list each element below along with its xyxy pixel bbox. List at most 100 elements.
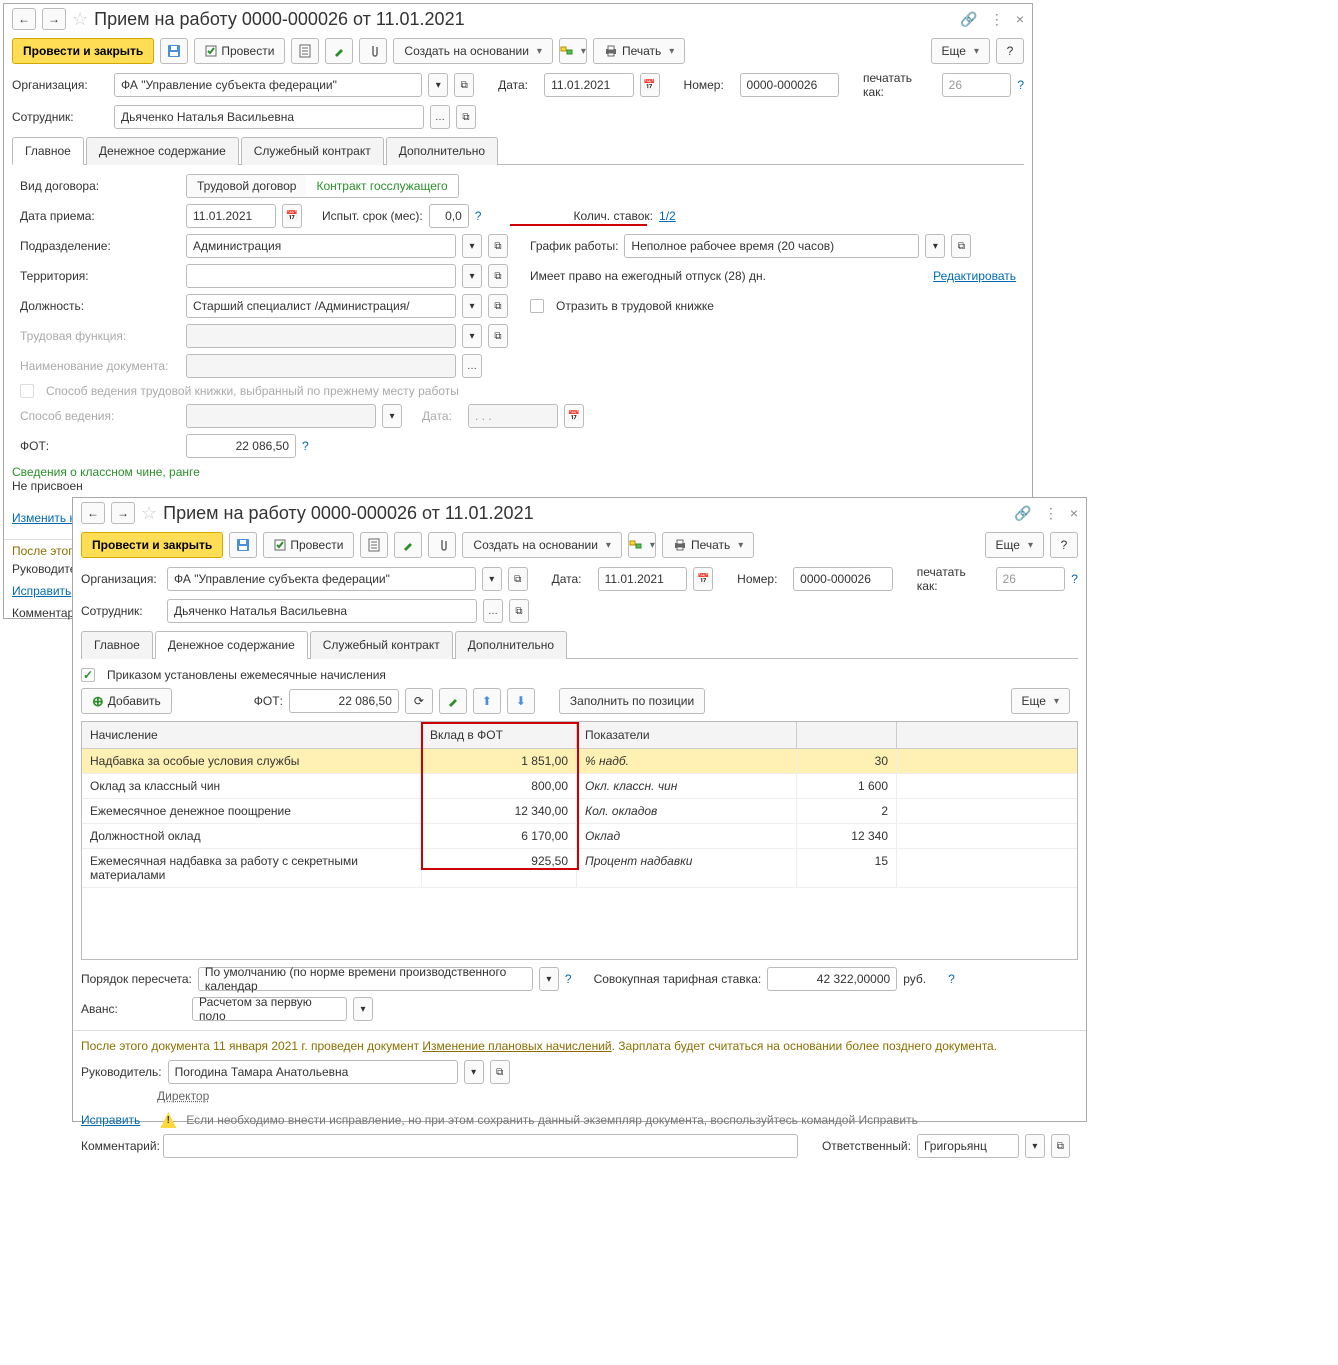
reflect-checkbox[interactable] bbox=[530, 299, 544, 313]
dropdown-icon[interactable]: ▾ bbox=[482, 567, 502, 591]
comment-input[interactable] bbox=[163, 1134, 798, 1158]
ellipsis-icon[interactable]: … bbox=[430, 105, 450, 129]
conduct-button[interactable]: Провести bbox=[194, 38, 285, 64]
fix-link[interactable]: Исправить bbox=[81, 1113, 140, 1127]
dropdown-icon[interactable]: ▾ bbox=[462, 264, 482, 288]
fot-input[interactable]: 22 086,50 bbox=[289, 689, 399, 713]
help-button[interactable]: ? bbox=[996, 38, 1024, 64]
create-based-button[interactable]: Создать на основании bbox=[393, 38, 553, 64]
close-icon[interactable]: × bbox=[1070, 505, 1078, 522]
table-row[interactable]: Ежемесячное денежное поощрение12 340,00К… bbox=[82, 799, 1077, 824]
document-button[interactable] bbox=[291, 38, 319, 64]
dropdown-icon[interactable]: ▾ bbox=[382, 404, 402, 428]
tab-money[interactable]: Денежное содержание bbox=[155, 631, 308, 659]
open-icon[interactable]: ⧉ bbox=[488, 294, 508, 318]
open-icon[interactable]: ⧉ bbox=[456, 105, 476, 129]
down-arrow-button[interactable]: ⬇ bbox=[507, 688, 535, 714]
open-icon[interactable]: ⧉ bbox=[508, 567, 528, 591]
print-as-input[interactable]: 26 bbox=[996, 567, 1066, 591]
nav-back-button[interactable]: ← bbox=[81, 502, 105, 524]
fix-link[interactable]: Исправить bbox=[12, 584, 71, 598]
conduct-close-button[interactable]: Провести и закрыть bbox=[12, 38, 154, 64]
open-icon[interactable]: ⧉ bbox=[488, 264, 508, 288]
employee-input[interactable]: Дьяченко Наталья Васильевна bbox=[167, 599, 477, 623]
close-icon[interactable]: × bbox=[1016, 11, 1024, 28]
edit-button[interactable] bbox=[394, 532, 422, 558]
table-row[interactable]: Надбавка за особые условия службы1 851,0… bbox=[82, 749, 1077, 774]
responsible-input[interactable]: Григорьянц bbox=[917, 1134, 1019, 1158]
rates-link[interactable]: 1/2 bbox=[659, 209, 676, 223]
dropdown-icon[interactable]: ▾ bbox=[462, 234, 482, 258]
director-link[interactable]: Директор bbox=[157, 1089, 209, 1103]
save-button[interactable] bbox=[229, 532, 257, 558]
manager-input[interactable]: Погодина Тамара Анатольевна bbox=[168, 1060, 458, 1084]
tab-main[interactable]: Главное bbox=[12, 137, 84, 165]
receipt-date-input[interactable]: 11.01.2021 bbox=[186, 204, 276, 228]
tab-contract[interactable]: Служебный контракт bbox=[310, 631, 453, 659]
more-icon[interactable]: ⋮ bbox=[1044, 505, 1058, 522]
schedule-input[interactable]: Неполное рабочее время (20 часов) bbox=[624, 234, 919, 258]
registry-button[interactable] bbox=[559, 38, 587, 64]
help-link[interactable]: ? bbox=[1017, 78, 1024, 92]
print-button[interactable]: Печать bbox=[662, 532, 754, 558]
edit-button[interactable] bbox=[325, 38, 353, 64]
table-row[interactable]: Оклад за классный чин800,00Окл. классн. … bbox=[82, 774, 1077, 799]
dropdown-icon[interactable]: ▾ bbox=[925, 234, 945, 258]
org-input[interactable]: ФА "Управление субъекта федерации" bbox=[114, 73, 422, 97]
open-icon[interactable]: ⧉ bbox=[490, 1060, 510, 1084]
dropdown-icon[interactable]: ▾ bbox=[462, 294, 482, 318]
open-icon[interactable]: ⧉ bbox=[509, 599, 529, 623]
total-rate-input[interactable]: 42 322,00000 bbox=[767, 967, 897, 991]
recalc-order-input[interactable]: По умолчанию (по норме времени производс… bbox=[198, 967, 533, 991]
more-button[interactable]: Еще bbox=[931, 38, 990, 64]
favorite-star-icon[interactable]: ☆ bbox=[72, 9, 88, 30]
up-arrow-button[interactable]: ⬆ bbox=[473, 688, 501, 714]
tab-money[interactable]: Денежное содержание bbox=[86, 137, 239, 165]
more-button[interactable]: Еще bbox=[985, 532, 1044, 558]
help-link[interactable]: ? bbox=[1071, 572, 1078, 586]
org-input[interactable]: ФА "Управление субъекта федерации" bbox=[167, 567, 476, 591]
dropdown-icon[interactable]: ▾ bbox=[428, 73, 448, 97]
calendar-icon[interactable]: 📅 bbox=[564, 404, 584, 428]
save-button[interactable] bbox=[160, 38, 188, 64]
probation-input[interactable]: 0,0 bbox=[429, 204, 469, 228]
nav-forward-button[interactable]: → bbox=[42, 8, 66, 30]
edit-link[interactable]: Редактировать bbox=[933, 269, 1016, 283]
th-value[interactable] bbox=[797, 722, 897, 748]
division-input[interactable]: Администрация bbox=[186, 234, 456, 258]
create-based-button[interactable]: Создать на основании bbox=[462, 532, 622, 558]
date-input[interactable]: 11.01.2021 bbox=[598, 567, 688, 591]
open-icon[interactable]: ⧉ bbox=[951, 234, 971, 258]
table-row[interactable]: Должностной оклад6 170,00Оклад12 340 bbox=[82, 824, 1077, 849]
link-icon[interactable]: 🔗 bbox=[960, 11, 977, 28]
link-icon[interactable]: 🔗 bbox=[1014, 505, 1031, 522]
open-icon[interactable]: ⧉ bbox=[488, 324, 508, 348]
favorite-star-icon[interactable]: ☆ bbox=[141, 503, 157, 524]
employee-input[interactable]: Дьяченко Наталья Васильевна bbox=[114, 105, 424, 129]
dropdown-icon[interactable]: ▾ bbox=[464, 1060, 484, 1084]
dropdown-icon[interactable]: ▾ bbox=[1025, 1134, 1044, 1158]
contract-type-toggle[interactable]: Трудовой договор Контракт госслужащего bbox=[186, 174, 459, 198]
more-icon[interactable]: ⋮ bbox=[990, 11, 1004, 28]
tab-main[interactable]: Главное bbox=[81, 631, 153, 659]
nav-forward-button[interactable]: → bbox=[111, 502, 135, 524]
add-button[interactable]: ⊕Добавить bbox=[81, 688, 172, 714]
conduct-close-button[interactable]: Провести и закрыть bbox=[81, 532, 223, 558]
position-input[interactable]: Старший специалист /Администрация/ bbox=[186, 294, 456, 318]
refresh-button[interactable]: ⟳ bbox=[405, 688, 433, 714]
help-link[interactable]: ? bbox=[475, 209, 482, 223]
ellipsis-icon[interactable]: … bbox=[462, 354, 482, 378]
table-more-button[interactable]: Еще bbox=[1011, 688, 1070, 714]
calendar-icon[interactable]: 📅 bbox=[693, 567, 713, 591]
help-button[interactable]: ? bbox=[1050, 532, 1078, 558]
th-name[interactable]: Начисление bbox=[82, 722, 422, 748]
table-row[interactable]: Ежемесячная надбавка за работу с секретн… bbox=[82, 849, 1077, 888]
calendar-icon[interactable]: 📅 bbox=[640, 73, 660, 97]
attachment-button[interactable] bbox=[428, 532, 456, 558]
help-link[interactable]: ? bbox=[948, 972, 955, 986]
registry-button[interactable] bbox=[628, 532, 656, 558]
open-icon[interactable]: ⧉ bbox=[1051, 1134, 1070, 1158]
conduct-button[interactable]: Провести bbox=[263, 532, 354, 558]
advance-input[interactable]: Расчетом за первую поло bbox=[192, 997, 347, 1021]
th-fot[interactable]: Вклад в ФОТ bbox=[422, 722, 577, 748]
